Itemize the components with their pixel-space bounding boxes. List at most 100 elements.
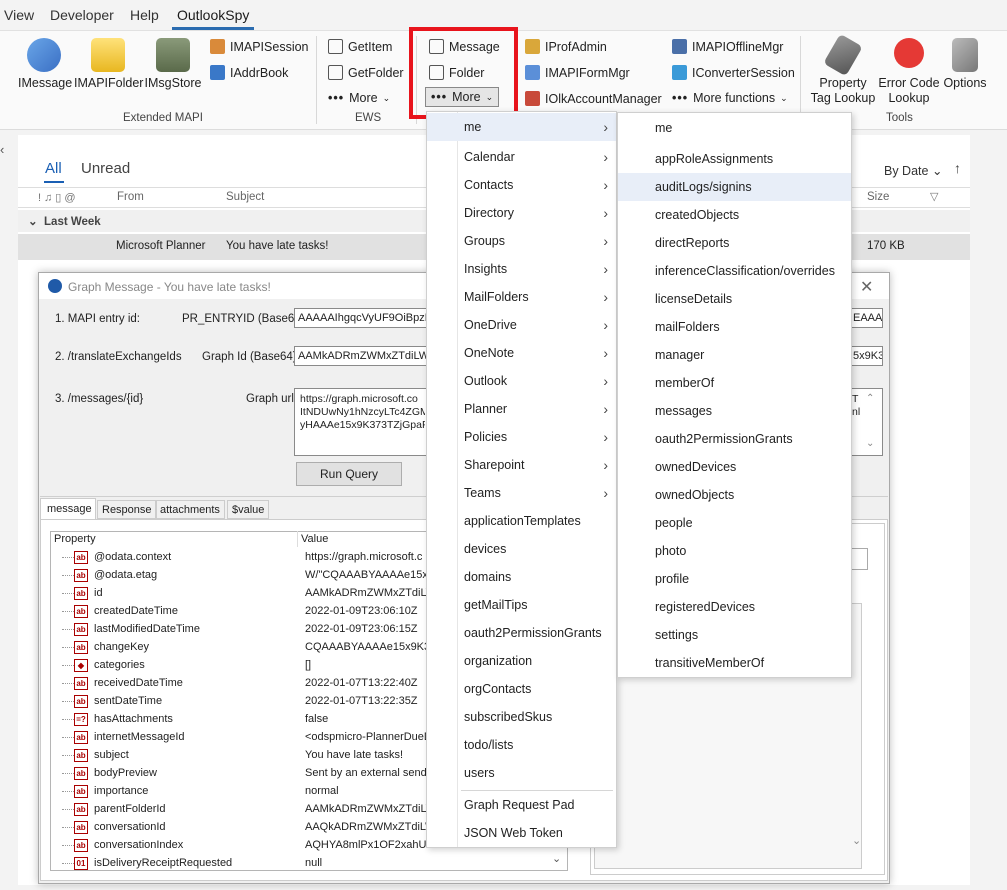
scroll-down-icon[interactable]: ⌄ (852, 834, 861, 847)
property-row[interactable]: 01 isDeliveryReceiptRequested null (56, 855, 566, 873)
entry-id-field[interactable]: AAAAAIhgqcVyUF9OiBpzK (294, 308, 427, 328)
graph-menu-item[interactable]: orgContacts (427, 675, 616, 703)
sort-direction-icon[interactable]: ↑ (954, 160, 961, 176)
graph-menu-tool-item[interactable]: Graph Request Pad (427, 791, 616, 819)
filter-icon[interactable]: ▽ (930, 190, 938, 203)
me-submenu-item[interactable]: memberOf (618, 369, 851, 397)
graph-menu-item[interactable]: applicationTemplates (427, 507, 616, 535)
me-submenu-item[interactable]: ownedDevices (618, 453, 851, 481)
iolkaccountmanager-button[interactable]: IOlkAccountManager (525, 91, 662, 106)
col-from[interactable]: From (117, 191, 144, 203)
me-submenu-item[interactable]: photo (618, 537, 851, 565)
run-query-button[interactable]: Run Query (296, 462, 402, 486)
imsgstore-button[interactable]: IMsgStore (144, 38, 202, 91)
me-submenu-item[interactable]: oauth2PermissionGrants (618, 425, 851, 453)
me-submenu-item[interactable]: manager (618, 341, 851, 369)
options-button[interactable]: Options (942, 38, 988, 91)
graph-menu-item[interactable]: Calendar › (427, 143, 616, 171)
imapiformmgr-button[interactable]: IMAPIFormMgr (525, 65, 630, 80)
error-code-lookup-button[interactable]: Error Code Lookup (878, 38, 940, 106)
tree-line (62, 737, 74, 738)
menu-outlookspy[interactable]: OutlookSpy (177, 7, 249, 23)
menu-view[interactable]: View (4, 7, 34, 23)
me-submenu-item[interactable]: auditLogs/signins (618, 173, 851, 201)
ribbon-separator (800, 36, 801, 124)
me-submenu-item[interactable]: settings (618, 621, 851, 649)
graph-menu-item[interactable]: users (427, 759, 616, 787)
col-value[interactable]: Value (301, 533, 328, 545)
graph-menu-item[interactable]: Groups › (427, 227, 616, 255)
graph-menu-item[interactable]: Insights › (427, 255, 616, 283)
ews-more-button[interactable]: ••• More ⌄ (328, 91, 390, 105)
sort-by-date[interactable]: By Date ⌄ (884, 163, 942, 178)
close-icon[interactable]: ✕ (860, 277, 873, 297)
iprofadmin-button[interactable]: IProfAdmin (525, 39, 607, 54)
graph-menu-item-label: Planner (464, 402, 508, 416)
app-icon (48, 279, 62, 293)
graph-menu-item[interactable]: Sharepoint › (427, 451, 616, 479)
scroll-down-icon[interactable]: ⌄ (866, 438, 874, 449)
graph-menu-item[interactable]: getMailTips (427, 591, 616, 619)
graph-menu-tool-item[interactable]: JSON Web Token (427, 819, 616, 847)
me-submenu-item[interactable]: people (618, 509, 851, 537)
graph-menu-item[interactable]: oauth2PermissionGrants (427, 619, 616, 647)
graph-id-field[interactable]: AAMkADRmZWMxZTdiLWE (294, 346, 427, 366)
collapse-arrow-icon[interactable]: ‹ (0, 142, 4, 157)
property-value: AQHYA8mlPx1OF2xahUu (305, 839, 430, 851)
me-submenu-item[interactable]: appRoleAssignments (618, 145, 851, 173)
imapisession-button[interactable]: IMAPISession (210, 39, 309, 54)
col-subject[interactable]: Subject (226, 191, 264, 203)
sort-label: By Date (884, 164, 929, 178)
graph-menu-item[interactable]: domains (427, 563, 616, 591)
graph-menu-item[interactable]: Outlook › (427, 367, 616, 395)
imapifolder-button[interactable]: IMAPIFolder (74, 38, 143, 91)
graph-menu-item[interactable]: todo/lists (427, 731, 616, 759)
iconvertersession-button[interactable]: IConverterSession (672, 65, 795, 80)
tab-attachments[interactable]: attachments (155, 500, 225, 519)
graph-menu-item[interactable]: devices (427, 535, 616, 563)
tab-unread[interactable]: Unread (81, 160, 130, 177)
me-submenu-item[interactable]: me (618, 114, 851, 142)
graph-menu-item[interactable]: Teams › (427, 479, 616, 507)
me-submenu-item[interactable]: licenseDetails (618, 285, 851, 313)
tab-value[interactable]: $value (227, 500, 270, 519)
tab-message[interactable]: message (40, 498, 96, 519)
me-submenu-item[interactable]: profile (618, 565, 851, 593)
graph-menu-item[interactable]: Directory › (427, 199, 616, 227)
more-functions-button[interactable]: ••• More functions ⌄ (672, 91, 788, 105)
me-submenu-item[interactable]: mailFolders (618, 313, 851, 341)
imapiofflinemgr-button[interactable]: IMAPIOfflineMgr (672, 39, 783, 54)
getitem-button[interactable]: GetItem (328, 39, 392, 54)
graph-menu-item[interactable]: OneNote › (427, 339, 616, 367)
iaddrbook-button[interactable]: IAddrBook (210, 65, 288, 80)
scroll-down-icon[interactable]: ⌄ (552, 852, 561, 865)
me-submenu-item[interactable]: transitiveMemberOf (618, 649, 851, 677)
menu-developer[interactable]: Developer (50, 7, 114, 23)
graph-menu-item[interactable]: Contacts › (427, 171, 616, 199)
me-submenu-item[interactable]: directReports (618, 229, 851, 257)
col-size[interactable]: Size (867, 191, 889, 203)
getfolder-button[interactable]: GetFolder (328, 65, 404, 80)
graph-menu-item[interactable]: Planner › (427, 395, 616, 423)
me-submenu-item[interactable]: messages (618, 397, 851, 425)
menu-help[interactable]: Help (130, 7, 159, 23)
me-submenu-item[interactable]: ownedObjects (618, 481, 851, 509)
graph-menu-item[interactable]: MailFolders › (427, 283, 616, 311)
property-tag-lookup-button[interactable]: Property Tag Lookup (810, 33, 876, 106)
graph-menu-item[interactable]: Policies › (427, 423, 616, 451)
me-submenu: me appRoleAssignments auditLogs/signins cre… (617, 112, 852, 678)
col-property[interactable]: Property (54, 533, 96, 545)
graph-menu-item-label: MailFolders (464, 290, 529, 304)
graph-menu-item[interactable]: subscribedSkus (427, 703, 616, 731)
graph-menu-item[interactable]: me › (427, 113, 616, 141)
chevron-right-icon: › (603, 149, 608, 165)
me-submenu-item[interactable]: inferenceClassification/overrides (618, 257, 851, 285)
tab-all[interactable]: All (45, 160, 62, 177)
me-submenu-item[interactable]: registeredDevices (618, 593, 851, 621)
graph-menu-item[interactable]: organization (427, 647, 616, 675)
imessage-button[interactable]: IMessage (18, 38, 72, 91)
me-submenu-item[interactable]: createdObjects (618, 201, 851, 229)
graph-menu-item[interactable]: OneDrive › (427, 311, 616, 339)
scroll-up-icon[interactable]: ⌃ (866, 393, 874, 404)
tab-response[interactable]: Response (97, 500, 157, 519)
